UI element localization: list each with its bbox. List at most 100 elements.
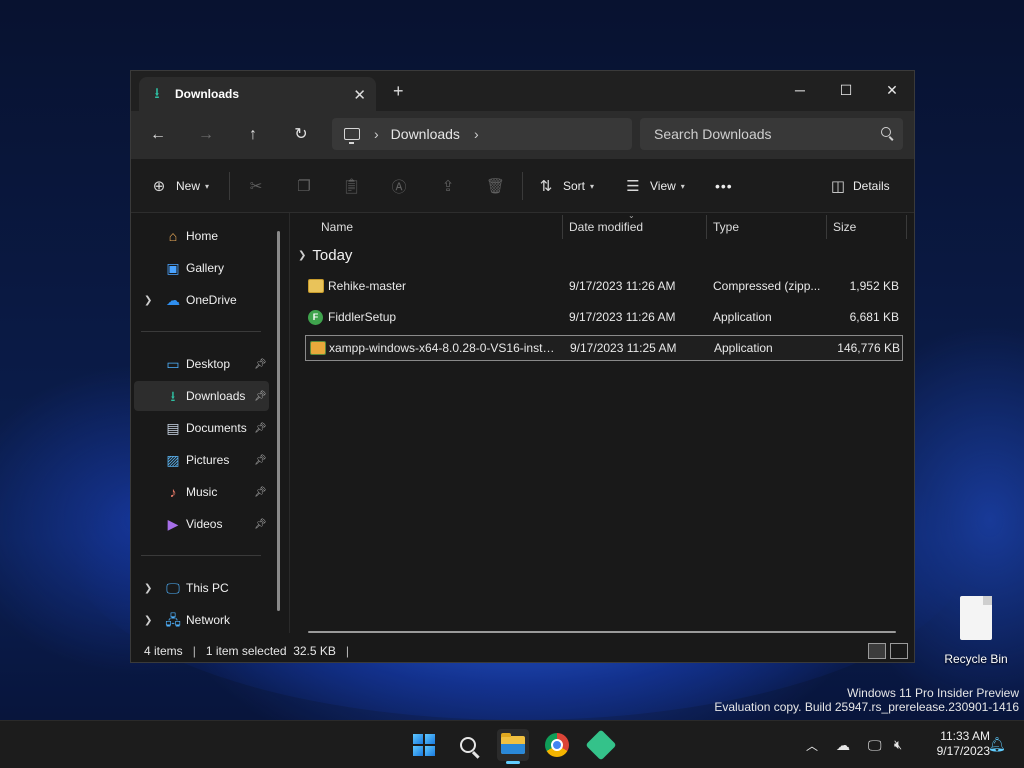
pin-icon[interactable]: 📌︎ [254, 359, 267, 370]
tiles-view-button[interactable] [890, 643, 908, 659]
sort-indicator-icon: ⌄ [628, 211, 635, 220]
chevron-right-icon[interactable]: ❯ [144, 295, 152, 306]
file-name: FiddlerSetup [328, 310, 397, 324]
app-icon [585, 729, 617, 761]
new-label: New [176, 179, 201, 193]
chrome-icon [545, 733, 569, 757]
column-divider[interactable] [562, 215, 563, 239]
details-label: Details [853, 179, 890, 193]
maximize-button[interactable]: ☐ [823, 75, 869, 105]
sidebar-item-this-pc[interactable]: ❯ 🖵 This PC [134, 573, 269, 603]
watermark-line: Windows 11 Pro Insider Preview [847, 686, 1019, 700]
sidebar-item-network[interactable]: ❯ 🖧 Network [134, 605, 269, 635]
chevron-right-icon[interactable]: › [474, 126, 479, 142]
column-header-size[interactable]: Size [833, 213, 856, 241]
sidebar-item-videos[interactable]: ▶ Videos 📌︎ [134, 509, 269, 539]
pin-icon[interactable]: 📌︎ [254, 423, 267, 434]
column-divider[interactable] [826, 215, 827, 239]
copy-button[interactable]: ❐ [295, 175, 313, 197]
recycle-bin-shortcut[interactable]: Recycle Bin [940, 596, 1012, 666]
sort-label: Sort [563, 179, 586, 193]
gallery-icon: ▣ [166, 260, 180, 276]
chevron-right-icon[interactable]: ❯ [144, 615, 152, 626]
breadcrumb[interactable]: Downloads [391, 126, 460, 142]
more-options-button[interactable]: ••• [715, 175, 733, 197]
rename-button[interactable]: Ⓐ [390, 175, 408, 197]
group-label: Today [312, 247, 353, 264]
details-view-button[interactable] [868, 643, 886, 659]
sidebar-item-documents[interactable]: ▤ Documents 📌︎ [134, 413, 269, 443]
address-bar[interactable]: › Downloads › [332, 118, 632, 150]
start-button[interactable] [408, 729, 440, 761]
new-tab-button[interactable]: + [393, 82, 404, 100]
sort-button[interactable]: ⇅ Sort ▾ [537, 175, 594, 197]
new-button[interactable]: ⊕ New ▾ [150, 175, 209, 197]
pin-icon[interactable]: 📌︎ [254, 519, 267, 530]
group-header-today[interactable]: ❯ Today [298, 247, 352, 264]
pin-icon[interactable]: 📌︎ [254, 455, 267, 466]
search-placeholder: Search Downloads [654, 126, 772, 142]
windows-logo-icon [413, 734, 435, 756]
computer-icon: 🖵 [166, 580, 180, 596]
sidebar-item-label: Desktop [186, 357, 231, 371]
cut-button[interactable]: ✂ [247, 175, 265, 197]
sidebar-item-desktop[interactable]: ▭ Desktop 📌︎ [134, 349, 269, 379]
table-row[interactable]: F FiddlerSetup 9/17/2023 11:26 AM Applic… [304, 304, 902, 330]
home-icon: ⌂ [168, 228, 178, 244]
volume-muted-icon[interactable]: 🔇︎ [894, 721, 902, 768]
horizontal-scrollbar[interactable] [308, 631, 896, 633]
column-header-name[interactable]: Name [321, 213, 353, 241]
sidebar-item-label: Music [186, 485, 218, 499]
evaluation-watermark: Windows 11 Pro Insider Preview Evaluatio… [714, 686, 1019, 714]
back-button[interactable]: ← [146, 124, 170, 146]
copy-icon: ❐ [297, 178, 311, 195]
share-icon: ⇪ [441, 178, 455, 195]
taskbar-chrome[interactable] [541, 729, 573, 761]
taskbar-search-button[interactable] [452, 729, 484, 761]
search-input[interactable]: Search Downloads [640, 118, 903, 150]
onedrive-tray-icon[interactable]: ☁ [836, 721, 850, 768]
forward-button[interactable]: → [194, 124, 218, 146]
tab-close-icon[interactable]: ✕ [353, 86, 366, 104]
column-header-type[interactable]: Type [713, 213, 739, 241]
sidebar-item-home[interactable]: ⌂ Home [134, 221, 269, 251]
show-hidden-icons-button[interactable]: ︿ [806, 721, 818, 768]
tab-title: Downloads [175, 87, 240, 101]
close-button[interactable]: ✕ [869, 75, 915, 105]
chevron-right-icon[interactable]: ❯ [144, 583, 152, 594]
table-row[interactable]: Rehike-master 9/17/2023 11:26 AM Compres… [304, 273, 902, 299]
file-name: xampp-windows-x64-8.0.28-0-VS16-insta... [329, 341, 557, 355]
sidebar-scrollbar[interactable] [277, 231, 280, 611]
pin-icon[interactable]: 📌︎ [254, 391, 267, 402]
tab-downloads[interactable]: ⭳ Downloads ✕ [139, 77, 376, 111]
videos-icon: ▶ [167, 516, 179, 532]
toolbar-divider [229, 172, 230, 200]
status-divider: | [192, 644, 196, 658]
table-row[interactable]: xampp-windows-x64-8.0.28-0-VS16-insta...… [305, 335, 903, 361]
pin-icon[interactable]: 📌︎ [254, 487, 267, 498]
column-divider[interactable] [906, 215, 907, 239]
minimize-button[interactable]: ─ [777, 75, 823, 105]
notification-bell-icon[interactable]: 🔔︎ [988, 736, 1006, 752]
system-clock[interactable]: 11:33 AM 9/17/2023 [918, 729, 990, 759]
sidebar-divider [141, 555, 261, 556]
column-divider[interactable] [706, 215, 707, 239]
share-button[interactable]: ⇪ [439, 175, 457, 197]
sidebar-item-downloads[interactable]: ⭳ Downloads 📌︎ [134, 381, 269, 411]
monitor-icon [344, 128, 360, 144]
delete-button[interactable]: 🗑︎ [486, 175, 505, 197]
up-button[interactable]: ↑ [241, 124, 265, 146]
taskbar-app[interactable] [585, 729, 617, 761]
paste-button[interactable]: 📋︎ [342, 175, 361, 197]
network-icon: 🖧 [165, 612, 181, 628]
view-button[interactable]: ☰ View ▾ [624, 175, 685, 197]
sidebar-item-pictures[interactable]: ▨ Pictures 📌︎ [134, 445, 269, 475]
sidebar-item-music[interactable]: ♪ Music 📌︎ [134, 477, 269, 507]
sidebar-item-gallery[interactable]: ▣ Gallery [134, 253, 269, 283]
details-pane-button[interactable]: ◫ Details [829, 175, 890, 197]
sidebar-item-onedrive[interactable]: ❯ ☁ OneDrive [134, 285, 269, 315]
taskbar-file-explorer[interactable] [497, 729, 529, 764]
network-tray-icon[interactable]: 🖵 [868, 721, 882, 768]
refresh-button[interactable]: ↻ [289, 124, 313, 146]
sidebar-item-label: This PC [186, 581, 229, 595]
